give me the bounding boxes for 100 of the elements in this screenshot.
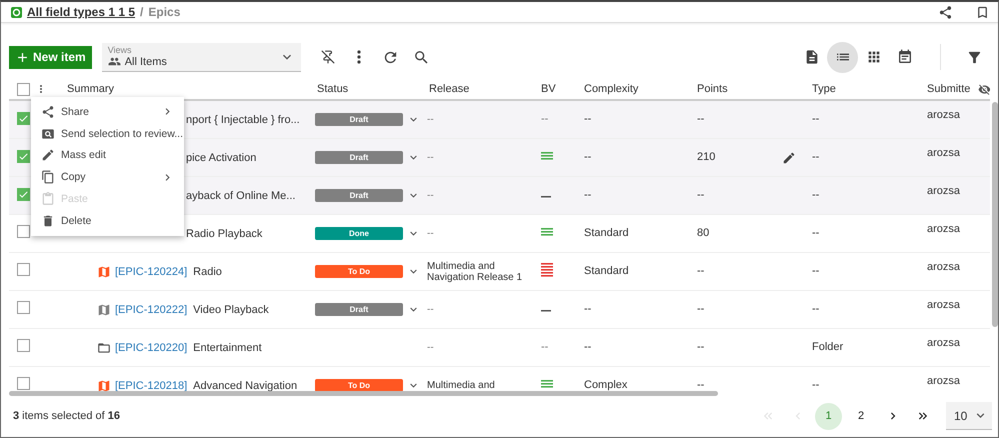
document-icon [804,49,820,65]
table-cell-text: -- [696,304,704,315]
menu-item[interactable]: Copy [31,166,184,188]
table-cell-text: arozsa [926,108,962,121]
horizontal-scrollbar[interactable] [9,391,718,396]
table-cell-text: -- [696,380,704,391]
table-cell-text: Multimedia and Navigation Release 1 [426,260,524,282]
table-cell-text: -- [426,152,435,163]
search-icon [412,48,430,66]
item-title: ayback of Online Me... [186,190,296,202]
select-all-checkbox[interactable] [17,82,30,96]
table-cell-text: -- [696,190,704,201]
status-badge[interactable]: Draft [315,151,403,164]
hide-column-icon[interactable] [978,82,990,96]
breadcrumb-separator: / [140,5,144,19]
row-checkbox[interactable] [17,376,30,390]
table-cell-text: arozsa [926,298,962,311]
item-id-link[interactable]: [EPIC-120224] [115,266,188,278]
table-cell-text: -- [426,228,435,239]
menu-item[interactable]: Delete [31,210,184,232]
row-checkbox[interactable] [17,224,30,238]
item-id-link[interactable]: [EPIC-120220] [115,342,188,354]
share-icon [41,104,55,119]
column-header[interactable]: Summary [59,83,309,95]
page-size-value: 10 [954,408,968,422]
table-cell-text: arozsa [926,336,962,349]
table-cell-text: -- [426,190,435,201]
logo-icon [11,6,22,18]
row-checkbox[interactable] [17,338,30,352]
status-badge[interactable]: Draft [315,113,403,126]
menu-item[interactable]: Mass edit [31,144,184,166]
table-cell-text: arozsa [926,260,962,273]
table-cell-text: -- [583,190,592,201]
column-header[interactable]: Submitte [927,83,970,95]
menu-item[interactable]: Send selection to review... [31,122,184,145]
table-cell-text: arozsa [926,222,962,235]
row-checkbox[interactable] [17,150,30,162]
table-cell-text: -- [811,380,820,391]
item-title: Radio [193,266,222,278]
menu-item[interactable]: Share [31,101,184,123]
status-badge[interactable]: Draft [315,189,403,202]
folder-icon [97,340,111,354]
table-cell-text: arozsa [926,184,962,197]
table-cell-text: -- [811,304,820,315]
column-header[interactable]: Status [309,83,421,95]
table-cell-text: -- [540,114,550,125]
people-icon [108,55,121,68]
column-header[interactable]: Type [804,83,919,95]
column-header[interactable]: Submitte [919,82,990,96]
pencil-icon[interactable] [782,150,796,164]
table-cell-text: -- [583,304,592,315]
page-button[interactable]: 2 [846,402,876,430]
table-cell-text: -- [583,152,592,163]
project-link[interactable]: All field types 1 1 5 [27,5,136,19]
table-cell-text: -- [540,342,550,353]
item-id-link[interactable]: [EPIC-120222] [115,304,188,316]
edit-icon [41,148,55,162]
list-view-button[interactable] [827,42,858,72]
review-icon [41,126,55,141]
table-cell-text: Complex [583,380,628,391]
table-cell-text: 80 [696,228,710,239]
table-cell-text: Standard [583,266,630,277]
row-checkbox[interactable] [17,262,30,276]
status-badge[interactable]: Draft [315,303,403,316]
item-title: Advanced Navigation [193,380,298,392]
table-cell-text: -- [696,114,704,125]
page-size-dropdown[interactable]: 10 [946,402,992,430]
item-id-link[interactable]: [EPIC-120218] [115,380,188,392]
table-cell-text: Standard [583,228,630,239]
table-cell-text: -- [426,342,435,353]
grid-icon [866,49,882,65]
column-header[interactable]: Release [421,83,533,95]
bookmark-icon[interactable] [975,4,990,20]
column-header[interactable]: Points [689,83,804,95]
copy-icon [41,170,55,184]
table-cell-text: Multimedia and [426,380,496,391]
item-title: pice Activation [186,152,256,164]
page-title: Epics [148,5,180,19]
delete-icon [41,214,55,228]
table-cell-text: -- [583,114,592,125]
column-header[interactable]: Complexity [576,83,689,95]
vertical-scrollbar[interactable] [992,102,998,327]
column-header[interactable]: BV [533,83,576,95]
row-checkbox[interactable] [17,188,30,200]
table-cell-text: -- [583,342,592,353]
table-cell-text: -- [426,114,435,125]
table-cell-text: -- [811,190,820,201]
table-cell-text: arozsa [926,374,962,387]
row-checkbox[interactable] [17,112,30,124]
row-checkbox[interactable] [17,300,30,314]
table-cell-text: Folder [811,342,844,353]
views-dropdown[interactable]: Views All Items [102,42,301,72]
status-badge[interactable]: Done [315,227,403,240]
table-cell-text: -- [426,304,435,315]
table-cell-text: -- [811,228,820,239]
share-icon[interactable] [938,4,953,20]
table-cell-text: arozsa [926,146,962,159]
new-item-button[interactable]: New item [9,46,92,68]
item-title: Radio Playback [186,228,262,240]
page-button[interactable]: 1 [815,402,842,430]
